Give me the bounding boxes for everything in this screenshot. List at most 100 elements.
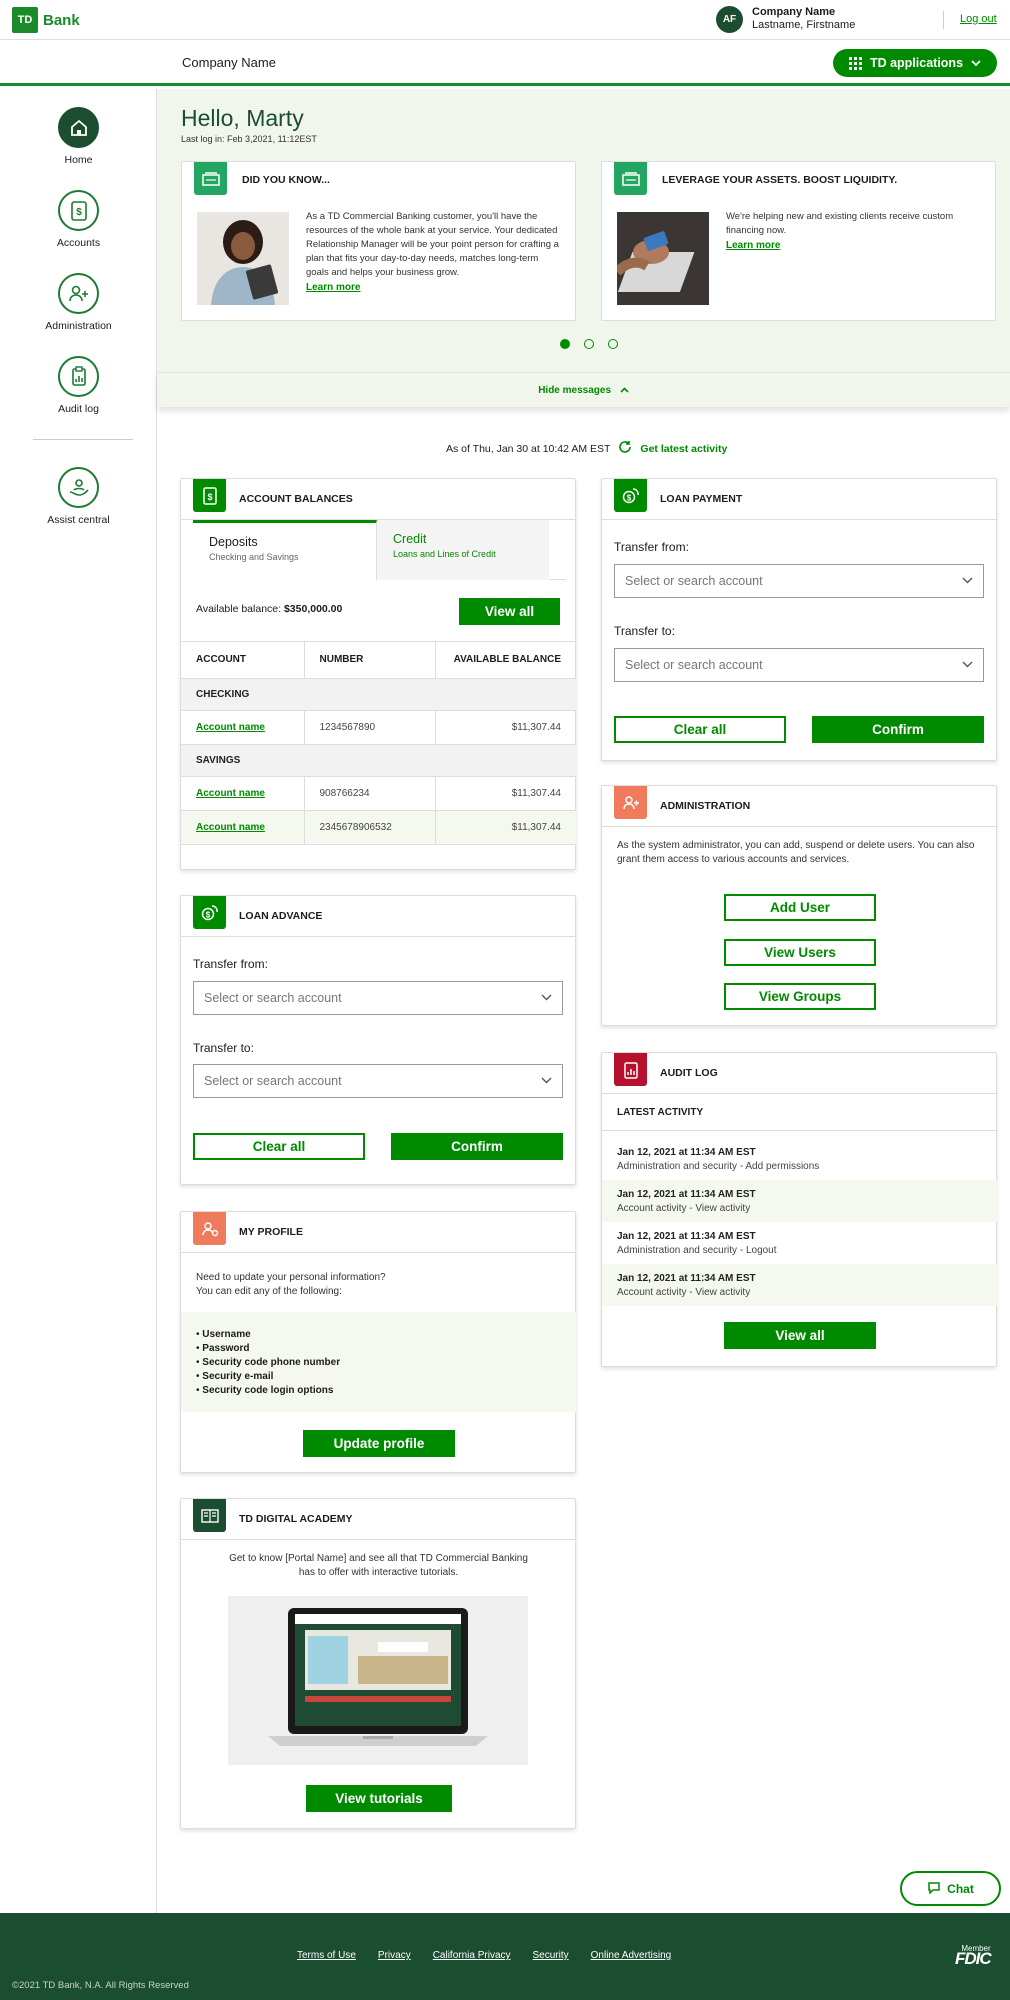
account-balances-card: $ ACCOUNT BALANCES Deposits Checking and… — [180, 478, 576, 870]
view-all-audit-button[interactable]: View all — [724, 1322, 876, 1349]
audit-time: Jan 12, 2021 at 11:34 AM EST — [617, 1231, 756, 1242]
refresh-icon[interactable] — [618, 440, 632, 457]
carousel-dot-1[interactable] — [560, 339, 570, 349]
nav-accounts-label: Accounts — [56, 237, 101, 249]
user-gear-icon — [193, 1212, 226, 1245]
latest-activity-heading: LATEST ACTIVITY — [602, 1094, 997, 1131]
carousel-dot-2[interactable] — [584, 339, 594, 349]
hide-messages-toggle[interactable]: Hide messages — [157, 372, 1010, 407]
top-bar: TD Bank AF Company Name Lastname, Firstn… — [0, 0, 1010, 40]
tab-credit[interactable]: Credit Loans and Lines of Credit — [377, 520, 549, 580]
nav-audit-log-label: Audit log — [58, 403, 99, 415]
coins-icon: $ — [614, 479, 647, 512]
list-item: Security code login options — [196, 1384, 561, 1398]
learn-more-link[interactable]: Learn more — [726, 239, 981, 253]
learn-more-link[interactable]: Learn more — [306, 281, 561, 295]
carousel-dot-3[interactable] — [608, 339, 618, 349]
card-title: TD DIGITAL ACADEMY — [239, 1513, 353, 1525]
message-card-leverage: LEVERAGE YOUR ASSETS. BOOST LIQUIDITY. W… — [601, 161, 996, 321]
footer-link-california-privacy[interactable]: California Privacy — [433, 1950, 511, 1961]
greeting: Hello, Marty — [181, 105, 304, 131]
confirm-button[interactable]: Confirm — [812, 716, 984, 743]
footer-link-terms[interactable]: Terms of Use — [297, 1950, 356, 1961]
chat-label: Chat — [947, 1881, 974, 1896]
add-user-button[interactable]: Add User — [724, 894, 876, 921]
svg-text:$: $ — [207, 492, 212, 502]
as-of-bar: As of Thu, Jan 30 at 10:42 AM EST Get la… — [446, 440, 727, 457]
audit-desc: Account activity - View activity — [617, 1287, 751, 1298]
view-tutorials-button[interactable]: View tutorials — [306, 1785, 452, 1812]
view-all-balances-button[interactable]: View all — [459, 598, 560, 625]
view-groups-button[interactable]: View Groups — [724, 983, 876, 1010]
message-text: We're helping new and existing clients r… — [726, 210, 981, 253]
audit-desc: Account activity - View activity — [617, 1203, 751, 1214]
td-logo-mark: TD — [12, 7, 38, 33]
user-avatar[interactable]: AF — [716, 6, 743, 33]
clear-all-button[interactable]: Clear all — [614, 716, 786, 743]
update-profile-button[interactable]: Update profile — [303, 1430, 455, 1457]
chat-button[interactable]: Chat — [900, 1871, 1001, 1906]
chevron-down-icon — [971, 56, 981, 70]
transfer-to-select[interactable]: Select or search account — [193, 1064, 563, 1098]
nav-accounts[interactable]: $ Accounts — [0, 190, 157, 249]
as-of-text: As of Thu, Jan 30 at 10:42 AM EST — [446, 442, 611, 455]
clear-all-button[interactable]: Clear all — [193, 1133, 365, 1160]
tab-credit-sub: Loans and Lines of Credit — [393, 549, 496, 559]
td-applications-label: TD applications — [869, 56, 964, 70]
audit-desc: Administration and security - Logout — [617, 1245, 777, 1256]
message-body: We're helping new and existing clients r… — [726, 211, 954, 236]
nav-assist-central[interactable]: Assist central — [0, 467, 157, 526]
clipboard-icon — [614, 1053, 647, 1086]
logout-link[interactable]: Log out — [960, 13, 997, 25]
transfer-from-select[interactable]: Select or search account — [193, 981, 563, 1015]
group-label: SAVINGS — [181, 744, 576, 777]
get-latest-activity-link[interactable]: Get latest activity — [640, 443, 727, 455]
chat-bubble-icon — [927, 1881, 941, 1897]
transfer-from-select[interactable]: Select or search account — [614, 564, 984, 598]
account-name-link[interactable]: Account name — [196, 722, 265, 733]
footer-link-security[interactable]: Security — [533, 1950, 569, 1961]
select-placeholder: Select or search account — [625, 658, 763, 672]
tab-deposits-label: Deposits — [209, 535, 258, 549]
welcome-section: Hello, Marty Last log in: Feb 3,2021, 11… — [157, 89, 1010, 407]
transfer-to-select[interactable]: Select or search account — [614, 648, 984, 682]
topbar-divider — [943, 11, 944, 29]
card-title: AUDIT LOG — [660, 1067, 718, 1079]
audit-time: Jan 12, 2021 at 11:34 AM EST — [617, 1273, 756, 1284]
nav-administration-label: Administration — [45, 320, 112, 332]
account-name-link[interactable]: Account name — [196, 788, 265, 799]
svg-text:$: $ — [205, 910, 210, 919]
td-applications-button[interactable]: TD applications — [833, 49, 997, 77]
book-icon — [193, 1499, 226, 1532]
table-row: Account name 2345678906532 $11,307.44 — [181, 810, 576, 845]
td-bank-logo[interactable]: TD Bank — [12, 7, 80, 33]
profile-line-2: You can edit any of the following: — [196, 1286, 342, 1297]
apps-grid-icon — [848, 56, 862, 70]
audit-row: Jan 12, 2021 at 11:34 AM EST Account act… — [602, 1264, 997, 1306]
tab-deposits[interactable]: Deposits Checking and Savings — [193, 520, 377, 580]
chevron-down-icon — [962, 565, 973, 597]
table-row: Account name 1234567890 $11,307.44 — [181, 710, 576, 745]
view-users-button[interactable]: View Users — [724, 939, 876, 966]
nav-divider — [33, 439, 133, 440]
account-number: 1234567890 — [303, 710, 435, 745]
fdic-logo: Member FDIC — [955, 1944, 992, 1967]
list-item: Security code phone number — [196, 1356, 561, 1370]
card-money-icon — [614, 162, 647, 195]
group-row-savings: SAVINGS — [181, 744, 576, 777]
transfer-to-label: Transfer to: — [614, 624, 675, 638]
card-header: AUDIT LOG — [602, 1053, 996, 1094]
nav-administration[interactable]: Administration — [0, 273, 157, 332]
digital-academy-card: TD DIGITAL ACADEMY Get to know [Portal N… — [180, 1498, 576, 1829]
nav-home[interactable]: Home — [0, 107, 157, 166]
confirm-button[interactable]: Confirm — [391, 1133, 563, 1160]
footer-link-privacy[interactable]: Privacy — [378, 1950, 411, 1961]
chevron-up-icon — [620, 385, 629, 396]
footer-link-online-advertising[interactable]: Online Advertising — [591, 1950, 672, 1961]
card-header: ADMINISTRATION — [602, 786, 996, 827]
message-title: DID YOU KNOW... — [242, 174, 330, 186]
account-name-link[interactable]: Account name — [196, 822, 265, 833]
audit-row: Jan 12, 2021 at 11:34 AM EST Administrat… — [602, 1222, 997, 1264]
nav-audit-log[interactable]: Audit log — [0, 356, 157, 415]
tab-deposits-sub: Checking and Savings — [209, 552, 299, 562]
